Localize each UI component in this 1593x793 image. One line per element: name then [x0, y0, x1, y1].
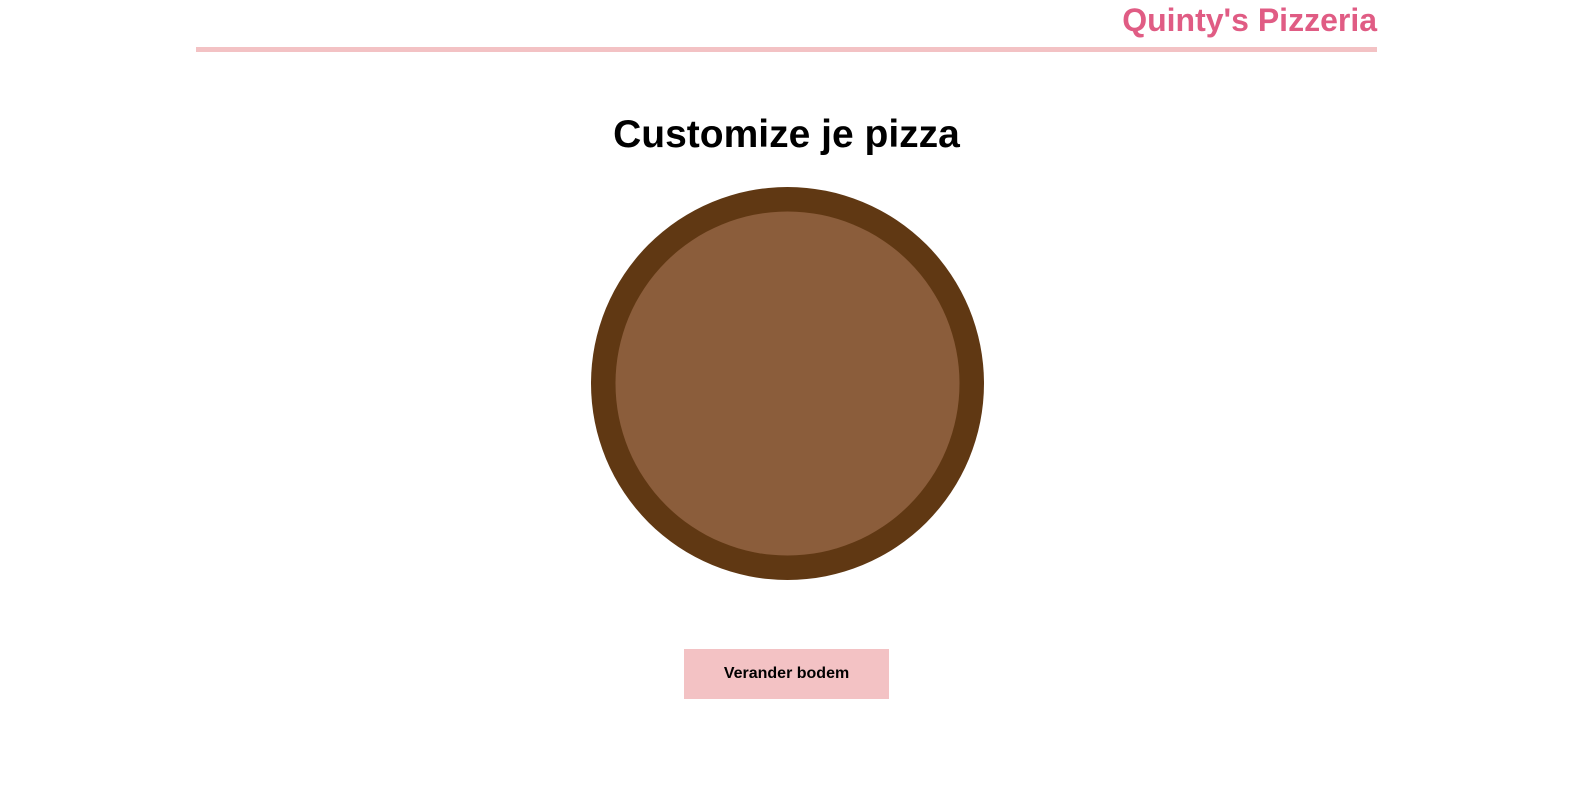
change-base-button[interactable]: Verander bodem [684, 649, 889, 699]
pizza-preview [591, 187, 984, 580]
brand-title: Quinty's Pizzeria [1122, 2, 1377, 38]
site-header: Quinty's Pizzeria [196, 0, 1377, 53]
header-divider [196, 47, 1377, 52]
page-title: Customize je pizza [613, 113, 960, 156]
pizza-base [615, 211, 960, 556]
